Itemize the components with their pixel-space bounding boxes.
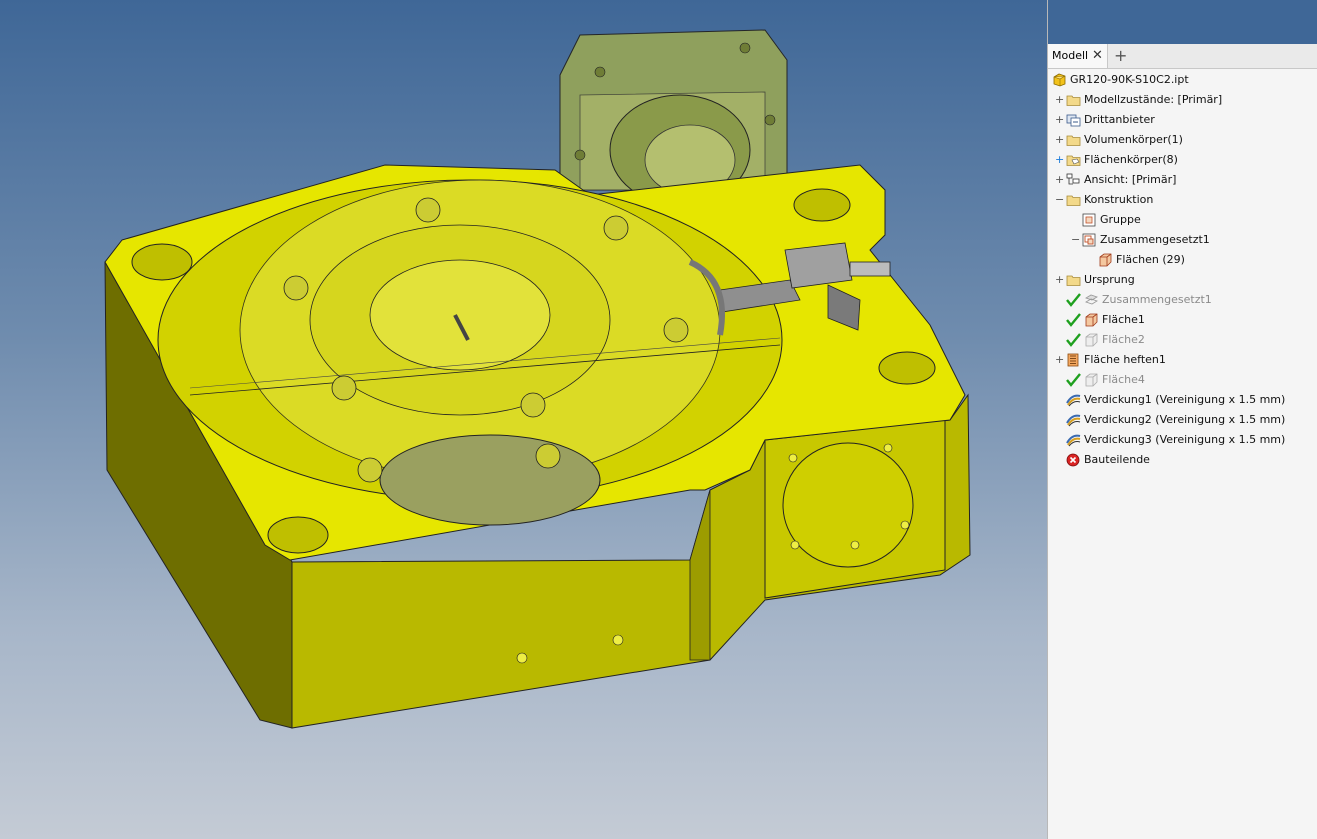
browser-tab-bar: Modell ✕ + bbox=[1048, 44, 1317, 69]
tree-item-label: Ursprung bbox=[1084, 273, 1135, 286]
surface-icon bbox=[1084, 313, 1099, 327]
collapse-icon[interactable]: − bbox=[1071, 230, 1080, 250]
tree-item[interactable]: + Ansicht: [Primär] bbox=[1048, 170, 1317, 190]
tree-item-label: Fläche4 bbox=[1102, 373, 1145, 386]
tree-item[interactable]: Gruppe bbox=[1048, 210, 1317, 230]
tree-item[interactable]: − Zusammengesetzt1 bbox=[1048, 230, 1317, 250]
tree-item[interactable]: + Fläche heften1 bbox=[1048, 350, 1317, 370]
tab-modell[interactable]: Modell ✕ bbox=[1048, 44, 1108, 68]
tree-item-label: Volumenkörper(1) bbox=[1084, 133, 1183, 146]
tree-item-label: Drittanbieter bbox=[1084, 113, 1155, 126]
add-tab-button[interactable]: + bbox=[1114, 44, 1127, 67]
thicken-icon bbox=[1066, 393, 1081, 407]
expand-icon[interactable]: + bbox=[1055, 270, 1064, 290]
tree-item-label: Zusammengesetzt1 bbox=[1102, 293, 1212, 306]
check-icon bbox=[1066, 373, 1081, 387]
expand-icon[interactable]: + bbox=[1055, 350, 1064, 370]
tab-modell-label: Modell bbox=[1052, 49, 1089, 62]
tree-item[interactable]: + Drittanbieter bbox=[1048, 110, 1317, 130]
thicken-icon bbox=[1066, 413, 1081, 427]
tree-item-label: Fläche heften1 bbox=[1084, 353, 1166, 366]
expand-icon[interactable]: + bbox=[1055, 130, 1064, 150]
check-icon bbox=[1066, 333, 1081, 347]
tree-item-label: Ansicht: [Primär] bbox=[1084, 173, 1177, 186]
end-of-part-icon bbox=[1066, 453, 1081, 467]
tree-item-label: Flächen (29) bbox=[1116, 253, 1185, 266]
tree-item[interactable]: Zusammengesetzt1 bbox=[1048, 290, 1317, 310]
tree-item-label: Zusammengesetzt1 bbox=[1100, 233, 1210, 246]
tree-item-label: Bauteilende bbox=[1084, 453, 1150, 466]
composite-gray-icon bbox=[1084, 293, 1099, 307]
folder-icon bbox=[1066, 133, 1081, 147]
surface-gray-icon bbox=[1084, 373, 1099, 387]
expand-icon[interactable]: + bbox=[1055, 90, 1064, 110]
tree-item[interactable]: − Konstruktion bbox=[1048, 190, 1317, 210]
tree-item-label: Verdickung1 (Vereinigung x 1.5 mm) bbox=[1084, 393, 1286, 406]
tree-item[interactable]: Fläche2 bbox=[1048, 330, 1317, 350]
tree-item-label: Fläche1 bbox=[1102, 313, 1145, 326]
check-icon bbox=[1066, 293, 1081, 307]
folder-icon bbox=[1066, 273, 1081, 287]
tree-item[interactable]: + Volumenkörper(1) bbox=[1048, 130, 1317, 150]
group-icon bbox=[1082, 213, 1097, 227]
expand-icon[interactable]: + bbox=[1055, 170, 1064, 190]
model-browser-panel: Modell ✕ + GR120-90K-S10C2.ipt + Modellzus… bbox=[1047, 0, 1317, 839]
surface-icon bbox=[1098, 253, 1113, 267]
tree-item[interactable]: + Ursprung bbox=[1048, 270, 1317, 290]
folder-icon bbox=[1066, 93, 1081, 107]
tree-item[interactable]: + Flächenkörper(8) bbox=[1048, 150, 1317, 170]
surface-gray-icon bbox=[1084, 333, 1099, 347]
collapse-icon[interactable]: − bbox=[1055, 190, 1064, 210]
tab-close-icon[interactable]: ✕ bbox=[1092, 44, 1103, 68]
part-model-render[interactable] bbox=[0, 0, 1047, 839]
tree-item-label: GR120-90K-S10C2.ipt bbox=[1070, 73, 1189, 86]
tree-item-label: Modellzustände: [Primär] bbox=[1084, 93, 1223, 106]
tree-item[interactable]: Fläche4 bbox=[1048, 370, 1317, 390]
tree-item[interactable]: Fläche1 bbox=[1048, 310, 1317, 330]
part-icon bbox=[1052, 73, 1067, 87]
tree-item[interactable]: Verdickung3 (Vereinigung x 1.5 mm) bbox=[1048, 430, 1317, 450]
expand-icon[interactable]: + bbox=[1055, 110, 1064, 130]
check-icon bbox=[1066, 313, 1081, 327]
tree-item-label: Flächenkörper(8) bbox=[1084, 153, 1178, 166]
third-party-icon bbox=[1066, 113, 1081, 127]
thicken-icon bbox=[1066, 433, 1081, 447]
tree-item-label: Konstruktion bbox=[1084, 193, 1154, 206]
model-tree: GR120-90K-S10C2.ipt + Modellzustände: [Pri… bbox=[1048, 70, 1317, 470]
view-icon bbox=[1066, 173, 1081, 187]
3d-viewport[interactable] bbox=[0, 0, 1047, 839]
folder-icon bbox=[1066, 193, 1081, 207]
tree-item[interactable]: + Modellzustände: [Primär] bbox=[1048, 90, 1317, 110]
tree-item-label: Gruppe bbox=[1100, 213, 1141, 226]
tree-item[interactable]: Verdickung1 (Vereinigung x 1.5 mm) bbox=[1048, 390, 1317, 410]
composite-icon bbox=[1082, 233, 1097, 247]
tree-item[interactable]: Verdickung2 (Vereinigung x 1.5 mm) bbox=[1048, 410, 1317, 430]
expand-icon[interactable]: + bbox=[1055, 150, 1064, 170]
tree-item[interactable]: Bauteilende bbox=[1048, 450, 1317, 470]
panel-header-area bbox=[1048, 0, 1317, 44]
surface-bodies-icon bbox=[1066, 153, 1081, 167]
stitch-icon bbox=[1066, 353, 1081, 367]
tree-item-label: Fläche2 bbox=[1102, 333, 1145, 346]
tree-item[interactable]: Flächen (29) bbox=[1048, 250, 1317, 270]
tree-item[interactable]: GR120-90K-S10C2.ipt bbox=[1048, 70, 1317, 90]
tree-item-label: Verdickung3 (Vereinigung x 1.5 mm) bbox=[1084, 433, 1286, 446]
tree-item-label: Verdickung2 (Vereinigung x 1.5 mm) bbox=[1084, 413, 1286, 426]
